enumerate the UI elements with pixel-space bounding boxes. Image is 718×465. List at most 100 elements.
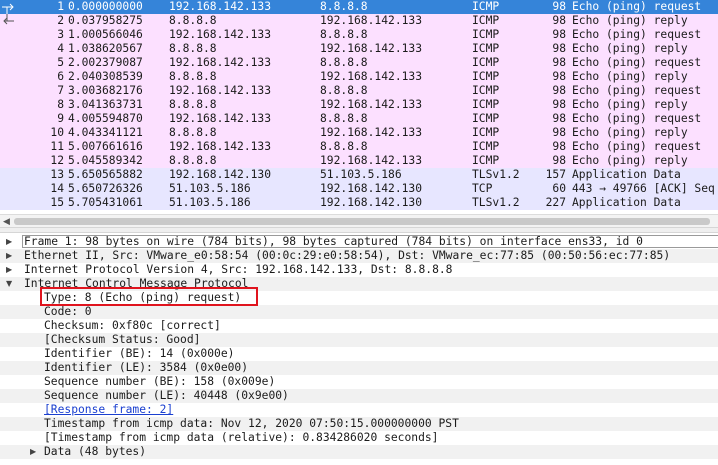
tree-label: [Timestamp from icmp data (relative): 0.… xyxy=(44,431,439,444)
packet-info: Echo (ping) request xyxy=(572,56,702,69)
packet-protocol: ICMP xyxy=(472,126,500,139)
packet-source: 192.168.142.133 xyxy=(169,28,272,41)
packet-row[interactable]: 3 1.000566046 192.168.142.133 8.8.8.8 ICMP 98… xyxy=(0,28,718,42)
packet-details-tree[interactable]: ▶ Frame 1: 98 bytes on wire (784 bits), 9… xyxy=(0,233,718,465)
tree-field[interactable]: Identifier (BE): 14 (0x000e) xyxy=(0,347,718,361)
row-gutter xyxy=(0,168,16,182)
packet-length: 98 xyxy=(552,98,566,111)
tree-node[interactable]: ▼ Internet Control Message Protocol xyxy=(0,277,718,291)
tree-label: [Checksum Status: Good] xyxy=(44,333,201,346)
tree-field[interactable]: [Checksum Status: Good] xyxy=(0,333,718,347)
packet-protocol: ICMP xyxy=(472,28,500,41)
packet-protocol: TLSv1.2 xyxy=(472,168,520,181)
row-gutter xyxy=(0,196,16,210)
triangle-right-icon[interactable]: ▶ xyxy=(30,445,42,459)
packet-row[interactable]: 12 5.045589342 8.8.8.8 192.168.142.133 ICMP 9… xyxy=(0,154,718,168)
packet-source: 192.168.142.133 xyxy=(169,84,272,97)
packet-length: 60 xyxy=(552,182,566,195)
packet-protocol: ICMP xyxy=(472,98,500,111)
packet-destination: 8.8.8.8 xyxy=(320,140,368,153)
tree-label: Internet Control Message Protocol xyxy=(24,277,249,290)
packet-list-hscrollbar[interactable]: ◀ xyxy=(0,214,718,227)
tree-field[interactable]: Sequence number (LE): 40448 (0x9e00) xyxy=(0,389,718,403)
row-gutter xyxy=(0,140,16,154)
tree-label: Identifier (LE): 3584 (0x0e00) xyxy=(44,361,249,374)
triangle-right-icon[interactable]: ▶ xyxy=(6,263,18,277)
packet-source: 51.103.5.186 xyxy=(169,196,251,209)
tree-field[interactable]: Sequence number (BE): 158 (0x009e) xyxy=(0,375,718,389)
packet-row[interactable]: 9 4.005594870 192.168.142.133 8.8.8.8 ICMP 98… xyxy=(0,112,718,126)
packet-destination: 192.168.142.130 xyxy=(320,196,423,209)
packet-protocol: ICMP xyxy=(472,154,500,167)
tree-label: Sequence number (LE): 40448 (0x9e00) xyxy=(44,389,289,402)
packet-row[interactable]: 7 3.003682176 192.168.142.133 8.8.8.8 ICMP 98… xyxy=(0,84,718,98)
packet-info: Echo (ping) reply xyxy=(572,98,688,111)
packet-row[interactable]: 4 1.038620567 8.8.8.8 192.168.142.133 ICMP 98… xyxy=(0,42,718,56)
packet-info: Application Data xyxy=(572,196,681,209)
packet-time: 2.040308539 xyxy=(68,70,143,83)
tree-node[interactable]: ▶ Internet Protocol Version 4, Src: 192.1… xyxy=(0,263,718,277)
packet-row[interactable]: 14 5.650726326 51.103.5.186 192.168.142.130… xyxy=(0,182,718,196)
packet-row[interactable]: 2 0.037958275 8.8.8.8 192.168.142.133 ICMP 98… xyxy=(0,14,718,28)
packet-time: 5.045589342 xyxy=(68,154,143,167)
packet-source: 8.8.8.8 xyxy=(169,98,217,111)
packet-source: 8.8.8.8 xyxy=(169,154,217,167)
packet-no: 6 xyxy=(57,70,64,83)
packet-no: 4 xyxy=(57,42,64,55)
tree-field[interactable]: Code: 0 xyxy=(0,305,718,319)
packet-source: 8.8.8.8 xyxy=(169,126,217,139)
row-gutter xyxy=(0,42,16,56)
row-gutter xyxy=(0,84,16,98)
packet-length: 98 xyxy=(552,112,566,125)
triangle-down-icon[interactable]: ▼ xyxy=(6,277,18,291)
packet-time: 4.005594870 xyxy=(68,112,143,125)
packet-list[interactable]: 1 0.000000000 192.168.142.133 8.8.8.8 ICMP 98… xyxy=(0,0,718,215)
packet-destination: 192.168.142.133 xyxy=(320,14,423,27)
tree-field[interactable]: Identifier (LE): 3584 (0x0e00) xyxy=(0,361,718,375)
packet-protocol: ICMP xyxy=(472,84,500,97)
tree-field[interactable]: Type: 8 (Echo (ping) request) xyxy=(0,291,718,305)
tree-node[interactable]: ▶ Ethernet II, Src: VMware_e0:58:54 (00:0… xyxy=(0,249,718,263)
packet-row[interactable]: 11 5.007661616 192.168.142.133 8.8.8.8 ICMP 9… xyxy=(0,140,718,154)
tree-node[interactable]: ▶ Frame 1: 98 bytes on wire (784 bits), 9… xyxy=(0,235,718,249)
packet-info: Echo (ping) request xyxy=(572,84,702,97)
tree-field[interactable]: [Response frame: 2] xyxy=(0,403,718,417)
packet-time: 0.037958275 xyxy=(68,14,143,27)
packet-destination: 192.168.142.130 xyxy=(320,182,423,195)
tree-field[interactable]: ▶ Data (48 bytes) xyxy=(0,445,718,459)
packet-row[interactable]: 5 2.002379087 192.168.142.133 8.8.8.8 ICMP 98… xyxy=(0,56,718,70)
packet-row[interactable]: 1 0.000000000 192.168.142.133 8.8.8.8 ICMP 98… xyxy=(0,0,718,14)
packet-row[interactable]: 13 5.650565882 192.168.142.130 51.103.5.186… xyxy=(0,168,718,182)
triangle-right-icon[interactable]: ▶ xyxy=(6,235,18,249)
packet-no: 8 xyxy=(57,98,64,111)
row-gutter xyxy=(0,182,16,196)
scroll-thumb[interactable] xyxy=(14,218,710,225)
triangle-right-icon[interactable]: ▶ xyxy=(6,249,18,263)
packet-time: 5.705431061 xyxy=(68,196,143,209)
tree-label: Sequence number (BE): 158 (0x009e) xyxy=(44,375,276,388)
scroll-left-icon[interactable]: ◀ xyxy=(3,217,10,227)
tree-field[interactable]: [Timestamp from icmp data (relative): 0.… xyxy=(0,431,718,445)
packet-info: Echo (ping) request xyxy=(572,0,702,13)
reply-arrow-icon xyxy=(0,14,16,28)
packet-destination: 8.8.8.8 xyxy=(320,0,368,13)
packet-row[interactable]: 8 3.041363731 8.8.8.8 192.168.142.133 ICMP 98… xyxy=(0,98,718,112)
packet-no: 15 xyxy=(50,196,64,209)
response-frame-link[interactable]: [Response frame: 2] xyxy=(44,403,173,417)
packet-length: 98 xyxy=(552,14,566,27)
tree-field[interactable]: Timestamp from icmp data: Nov 12, 2020 0… xyxy=(0,417,718,431)
tree-label: Ethernet II, Src: VMware_e0:58:54 (00:0c… xyxy=(24,249,671,262)
packet-no: 5 xyxy=(57,56,64,69)
packet-time: 0.000000000 xyxy=(68,0,143,13)
packet-row[interactable]: 15 5.705431061 51.103.5.186 192.168.142.130… xyxy=(0,196,718,210)
tree-field[interactable]: Checksum: 0xf80c [correct] xyxy=(0,319,718,333)
packet-length: 157 xyxy=(545,168,566,181)
tree-label: Identifier (BE): 14 (0x000e) xyxy=(44,347,235,360)
packet-row[interactable]: 6 2.040308539 8.8.8.8 192.168.142.133 ICMP 98… xyxy=(0,70,718,84)
packet-row[interactable]: 10 4.043341121 8.8.8.8 192.168.142.133 ICMP 9… xyxy=(0,126,718,140)
packet-no: 2 xyxy=(57,14,64,27)
row-gutter xyxy=(0,28,16,42)
packet-no: 14 xyxy=(50,182,64,195)
packet-protocol: ICMP xyxy=(472,112,500,125)
packet-info: Echo (ping) request xyxy=(572,28,702,41)
